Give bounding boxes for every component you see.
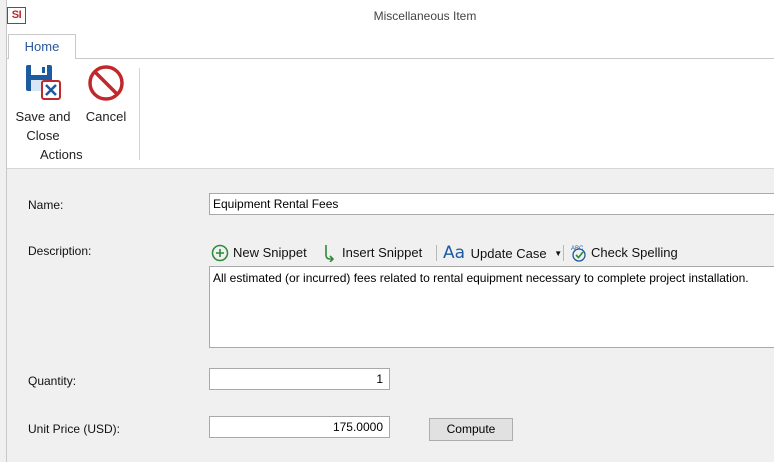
check-spelling-label: Check Spelling [591,245,678,260]
unit-price-label: Unit Price (USD): [28,422,121,436]
description-label: Description: [28,244,92,258]
cancel-label: Cancel [85,109,127,124]
dropdown-arrow-icon: ▼ [554,249,563,258]
name-field[interactable]: Equipment Rental Fees [209,193,774,215]
toolbar-separator [563,245,564,261]
insert-snippet-icon [325,245,335,262]
insert-snippet-label: Insert Snippet [342,245,423,260]
update-case-icon: Aa [443,243,466,263]
save-and-close-button[interactable]: Save and Close [10,62,76,146]
quantity-field[interactable]: 1 [209,368,390,390]
check-spelling-icon: ABC [571,246,586,262]
compute-button[interactable]: Compute [429,418,513,441]
new-snippet-label: New Snippet [233,245,307,260]
quantity-label: Quantity: [28,374,77,388]
check-spelling-button[interactable]: ABC Check Spelling [569,240,678,266]
ribbon-group-label: Actions [40,147,83,162]
description-field[interactable]: All estimated (or incurred) fees related… [209,266,774,348]
save-label-line1: Save and [15,109,71,124]
toolbar-separator [436,245,437,261]
cancel-button[interactable]: Cancel [82,62,130,124]
description-toolbar: New Snippet Insert Snippet Aa Update Cas… [209,240,774,266]
name-label: Name: [28,198,64,212]
left-edge [0,0,7,462]
new-snippet-icon [211,244,229,262]
save-label-line2: Close [26,128,60,143]
tab-home-label: Home [24,39,60,54]
insert-snippet-button[interactable]: Insert Snippet [322,240,422,266]
save-close-icon [26,65,61,100]
cancel-icon [88,65,124,101]
tab-divider [6,58,774,59]
unit-price-field[interactable]: 175.0000 [209,416,390,438]
update-case-label: Update Case [470,246,547,261]
window-title: Miscellaneous Item [373,9,477,23]
tab-home[interactable]: Home [8,34,76,59]
new-snippet-button[interactable]: New Snippet [211,240,307,266]
ribbon-group-separator [139,68,140,160]
update-case-button[interactable]: Aa Update Case ▼ [443,240,562,266]
